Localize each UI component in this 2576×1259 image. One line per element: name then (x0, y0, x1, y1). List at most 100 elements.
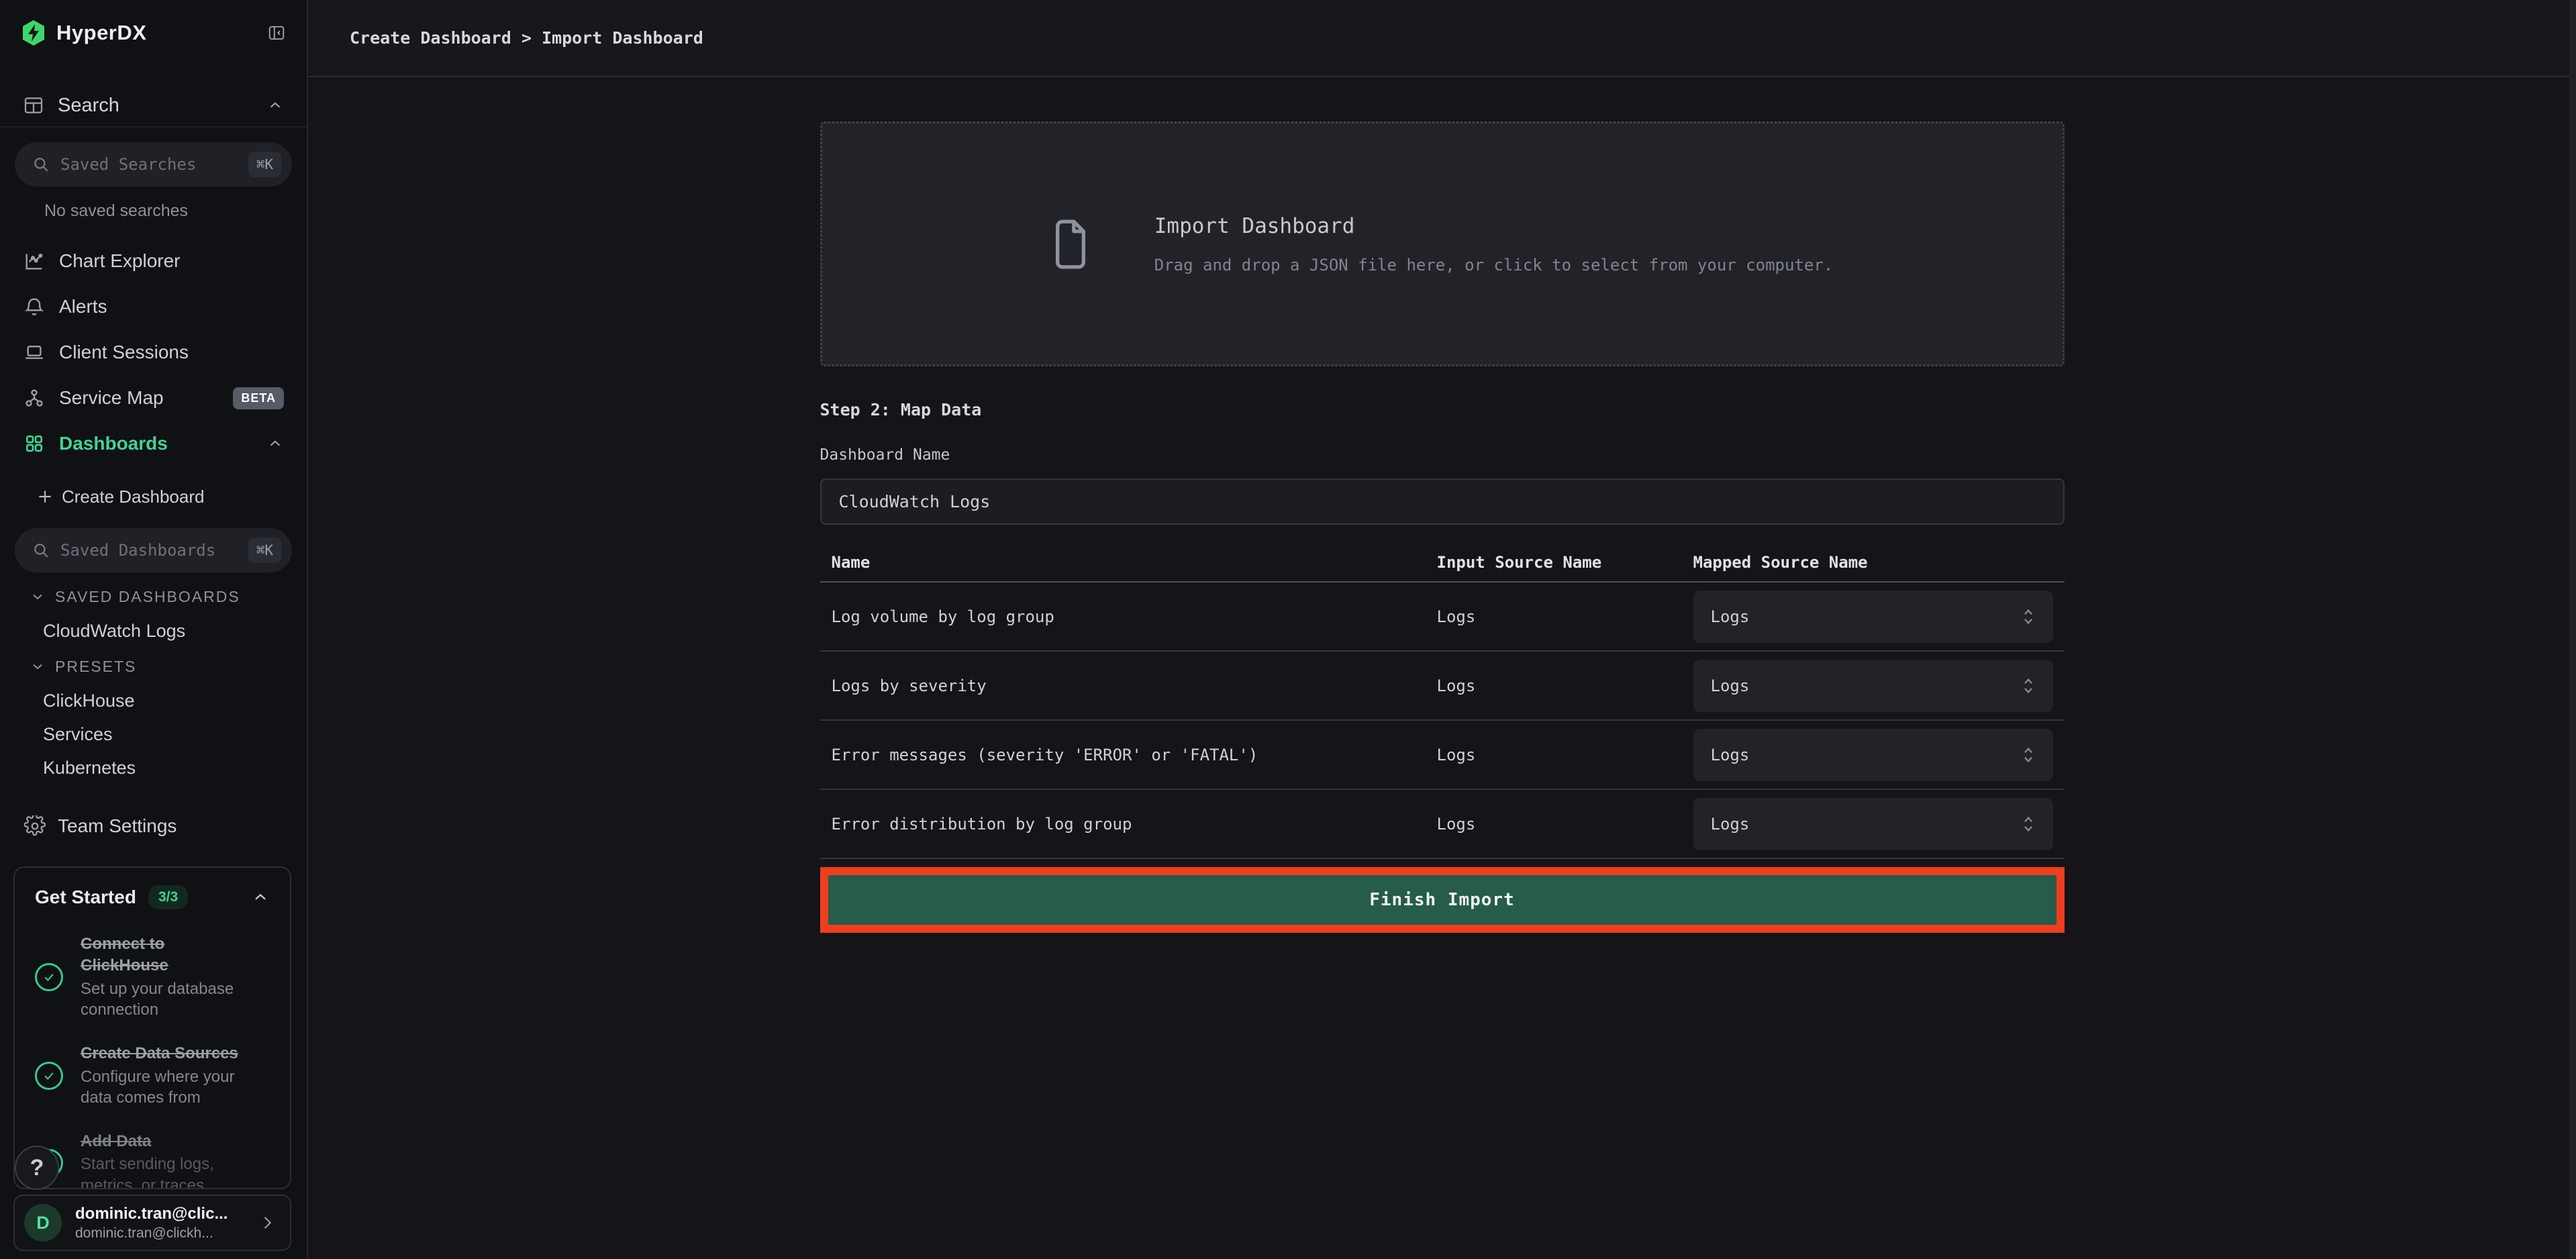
sidebar-item-chart-explorer[interactable]: Chart Explorer (15, 238, 292, 284)
get-started-item-connect[interactable]: Connect to ClickHouse Set up your databa… (35, 934, 270, 1020)
input-source-cell: Logs (1437, 815, 1693, 834)
create-dashboard-button[interactable]: Create Dashboard (15, 481, 292, 512)
get-started-item-desc: Configure where your data comes from (81, 1066, 248, 1108)
hyperdx-logo-icon (21, 19, 46, 46)
sidebar-item-team-settings[interactable]: Team Settings (15, 811, 292, 841)
sidebar-item-search[interactable]: Search (0, 85, 307, 128)
check-circle-icon (35, 963, 63, 991)
mapped-source-select[interactable]: Logs (1693, 798, 2053, 850)
saved-searches-placeholder: Saved Searches (60, 155, 196, 174)
import-dropzone[interactable]: Import Dashboard Drag and drop a JSON fi… (820, 121, 2065, 366)
shortcut-badge: ⌘K (248, 152, 281, 177)
sidebar-item-label: Dashboards (59, 433, 168, 454)
sidebar-item-services[interactable]: Services (15, 723, 292, 746)
get-started-item-add-data[interactable]: Add Data Start sending logs, metrics, or… (35, 1131, 270, 1189)
table-row: Logs by severity Logs Logs (820, 652, 2065, 721)
section-label: PRESETS (55, 658, 136, 676)
user-email: dominic.tran@clickh... (75, 1225, 228, 1242)
get-started-item-title: Add Data (81, 1131, 248, 1152)
user-account-card[interactable]: D dominic.tran@clic... dominic.tran@clic… (13, 1195, 291, 1251)
sidebar-item-clickhouse[interactable]: ClickHouse (15, 689, 292, 712)
mapped-source-select[interactable]: Logs (1693, 660, 2053, 712)
dashboard-name-input[interactable] (820, 479, 2065, 525)
get-started-title: Get Started (35, 887, 136, 908)
chevron-up-icon[interactable] (251, 888, 270, 907)
laptop-icon (23, 342, 46, 363)
search-icon (32, 156, 50, 173)
shortcut-badge: ⌘K (248, 538, 281, 563)
chart-name-cell: Log volume by log group (820, 607, 1437, 626)
chevron-down-icon (30, 658, 46, 674)
sidebar-item-label: Service Map (59, 387, 164, 409)
sidebar-item-client-sessions[interactable]: Client Sessions (15, 330, 292, 375)
sidebar-item-cloudwatch-logs[interactable]: CloudWatch Logs (15, 619, 292, 642)
table-row: Error messages (severity 'ERROR' or 'FAT… (820, 721, 2065, 790)
mapping-table: Name Input Source Name Mapped Source Nam… (820, 544, 2065, 859)
section-label: SAVED DASHBOARDS (55, 588, 240, 606)
column-header-input-source: Input Source Name (1437, 553, 1693, 572)
avatar: D (24, 1204, 62, 1242)
chart-name-cell: Error messages (severity 'ERROR' or 'FAT… (820, 746, 1437, 764)
file-icon (1051, 218, 1090, 270)
chevron-up-icon (266, 97, 284, 114)
get-started-item-title: Connect to ClickHouse (81, 934, 248, 977)
column-header-mapped-source: Mapped Source Name (1693, 553, 2065, 572)
mapped-source-select[interactable]: Logs (1693, 729, 2053, 781)
get-started-item-desc: Start sending logs, metrics, or traces (81, 1154, 248, 1189)
saved-dashboards-placeholder: Saved Dashboards (60, 541, 215, 560)
sidebar-nav: Chart Explorer Alerts Client Sessions Se… (15, 238, 292, 466)
input-source-cell: Logs (1437, 676, 1693, 695)
create-dashboard-label: Create Dashboard (62, 487, 204, 507)
saved-dashboards-input[interactable]: Saved Dashboards ⌘K (15, 528, 292, 572)
service-map-icon (23, 387, 46, 409)
select-chevrons-icon (2021, 745, 2036, 765)
get-started-panel: Get Started 3/3 Connect to ClickHouse Se… (13, 866, 291, 1189)
selected-value: Logs (1711, 607, 1750, 626)
mapped-source-select[interactable]: Logs (1693, 591, 2053, 643)
get-started-item-title: Create Data Sources (81, 1043, 248, 1064)
saved-dashboards-section-header[interactable]: SAVED DASHBOARDS (15, 585, 292, 609)
topbar: Create Dashboard > Import Dashboard (308, 0, 2576, 77)
input-source-cell: Logs (1437, 607, 1693, 626)
chevron-down-icon (30, 589, 46, 605)
bell-icon (23, 296, 46, 317)
scrollbar[interactable] (2569, 0, 2576, 1259)
chart-name-cell: Logs by severity (820, 676, 1437, 695)
sidebar-item-kubernetes[interactable]: Kubernetes (15, 756, 292, 779)
presets-section-header[interactable]: PRESETS (15, 654, 292, 678)
sidebar-item-label: Chart Explorer (59, 250, 181, 272)
get-started-item-desc: Set up your database connection (81, 978, 248, 1020)
finish-import-button[interactable]: Finish Import (828, 875, 2057, 925)
chart-name-cell: Error distribution by log group (820, 815, 1437, 834)
chevron-up-icon (266, 435, 284, 452)
sidebar: HyperDX Search Saved Searches ⌘K No save… (0, 0, 308, 1259)
help-button[interactable]: ? (15, 1146, 59, 1190)
column-header-name: Name (820, 553, 1437, 572)
get-started-item-sources[interactable]: Create Data Sources Configure where your… (35, 1043, 270, 1108)
breadcrumb[interactable]: Create Dashboard > Import Dashboard (350, 28, 703, 48)
no-saved-searches-text: No saved searches (44, 201, 292, 221)
sidebar-collapse-icon[interactable] (268, 24, 285, 42)
dropzone-subtitle: Drag and drop a JSON file here, or click… (1154, 256, 1833, 274)
chevron-right-icon (258, 1213, 277, 1232)
plus-icon (36, 488, 54, 505)
table-row: Log volume by log group Logs Logs (820, 583, 2065, 652)
sidebar-item-label: Alerts (59, 296, 107, 317)
app-title: HyperDX (56, 21, 146, 45)
dashboards-icon (23, 433, 46, 454)
sidebar-item-label: Client Sessions (59, 342, 189, 363)
dashboard-name-label: Dashboard Name (820, 446, 2065, 464)
user-name: dominic.tran@clic... (75, 1205, 228, 1223)
check-circle-icon (35, 1062, 63, 1090)
sidebar-body: Saved Searches ⌘K No saved searches Char… (0, 128, 307, 841)
select-chevrons-icon (2021, 814, 2036, 834)
dropzone-title: Import Dashboard (1154, 214, 1833, 238)
beta-badge: BETA (233, 387, 284, 409)
sidebar-item-service-map[interactable]: Service Map BETA (15, 375, 292, 421)
table-header-row: Name Input Source Name Mapped Source Nam… (820, 544, 2065, 583)
sidebar-item-alerts[interactable]: Alerts (15, 284, 292, 330)
content: Import Dashboard Drag and drop a JSON fi… (308, 77, 2576, 1259)
step-title: Step 2: Map Data (820, 400, 2065, 419)
sidebar-item-dashboards[interactable]: Dashboards (15, 421, 292, 466)
saved-searches-input[interactable]: Saved Searches ⌘K (15, 142, 292, 187)
